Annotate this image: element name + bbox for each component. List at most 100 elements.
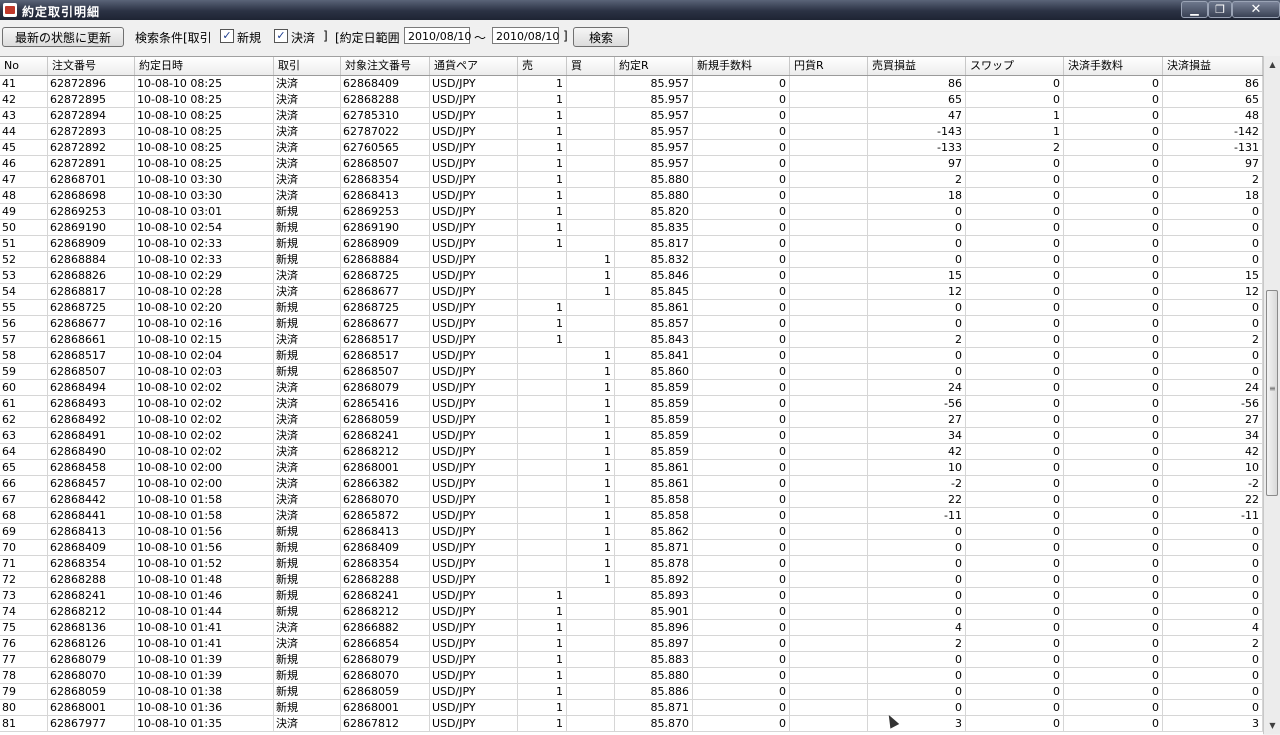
- cell-trade-pnl: 97: [868, 156, 966, 172]
- cell-target-order-number: 62868079: [341, 652, 430, 668]
- table-row[interactable]: 68 62868441 10-08-10 01:58 決済 62865872 USD/JP…: [0, 508, 1263, 524]
- table-row[interactable]: 59 62868507 10-08-10 02:03 新規 62868507 USD/JP…: [0, 364, 1263, 380]
- column-header-exec-datetime[interactable]: 約定日時: [135, 57, 274, 75]
- cell-currency-pair: USD/JPY: [430, 508, 518, 524]
- refresh-button[interactable]: 最新の状態に更新: [2, 27, 124, 47]
- table-row[interactable]: 72 62868288 10-08-10 01:48 新規 62868288 USD/JP…: [0, 572, 1263, 588]
- scroll-up-icon[interactable]: ▲: [1265, 57, 1280, 72]
- scroll-down-icon[interactable]: ▼: [1265, 718, 1280, 733]
- table-row[interactable]: 51 62868909 10-08-10 02:33 新規 62868909 USD/JP…: [0, 236, 1263, 252]
- table-row[interactable]: 61 62868493 10-08-10 02:02 決済 62865416 USD/JP…: [0, 396, 1263, 412]
- table-row[interactable]: 77 62868079 10-08-10 01:39 新規 62868079 USD/JP…: [0, 652, 1263, 668]
- cell-yen-rate: [790, 540, 868, 556]
- new-checkbox[interactable]: ✓: [220, 29, 234, 43]
- table-row[interactable]: 62 62868492 10-08-10 02:02 決済 62868059 USD/JP…: [0, 412, 1263, 428]
- table-row[interactable]: 57 62868661 10-08-10 02:15 決済 62868517 USD/JP…: [0, 332, 1263, 348]
- column-header-sell[interactable]: 売: [518, 57, 567, 75]
- table-row[interactable]: 66 62868457 10-08-10 02:00 決済 62866382 USD/JP…: [0, 476, 1263, 492]
- column-header-trade-pnl[interactable]: 売買損益: [868, 57, 966, 75]
- cell-trade-type: 新規: [274, 556, 341, 572]
- cell-trade-pnl: 0: [868, 316, 966, 332]
- table-row[interactable]: 60 62868494 10-08-10 02:02 決済 62868079 USD/JP…: [0, 380, 1263, 396]
- column-header-currency-pair[interactable]: 通貨ペア: [430, 57, 518, 75]
- date-to-input[interactable]: 2010/08/10: [492, 27, 559, 44]
- cell-settle-pnl: 65: [1163, 92, 1263, 108]
- table-row[interactable]: 49 62869253 10-08-10 03:01 新規 62869253 USD/JP…: [0, 204, 1263, 220]
- table-row[interactable]: 55 62868725 10-08-10 02:20 新規 62868725 USD/JP…: [0, 300, 1263, 316]
- cell-target-order-number: 62868070: [341, 668, 430, 684]
- table-row[interactable]: 73 62868241 10-08-10 01:46 新規 62868241 USD/JP…: [0, 588, 1263, 604]
- table-row[interactable]: 67 62868442 10-08-10 01:58 決済 62868070 USD/JP…: [0, 492, 1263, 508]
- column-header-buy[interactable]: 買: [567, 57, 615, 75]
- table-row[interactable]: 63 62868491 10-08-10 02:02 決済 62868241 USD/JP…: [0, 428, 1263, 444]
- table-row[interactable]: 48 62868698 10-08-10 03:30 決済 62868413 USD/JP…: [0, 188, 1263, 204]
- column-header-trade-type[interactable]: 取引: [274, 57, 341, 75]
- scroll-thumb[interactable]: ≡: [1266, 290, 1278, 496]
- table-row[interactable]: 71 62868354 10-08-10 01:52 新規 62868354 USD/JP…: [0, 556, 1263, 572]
- cell-target-order-number: 62760565: [341, 140, 430, 156]
- column-header-no[interactable]: No: [0, 57, 48, 75]
- column-header-new-fee[interactable]: 新規手数料: [693, 57, 790, 75]
- column-header-settle-fee[interactable]: 決済手数料: [1064, 57, 1163, 75]
- table-row[interactable]: 75 62868136 10-08-10 01:41 決済 62866882 USD/JP…: [0, 620, 1263, 636]
- trade-detail-table[interactable]: No 注文番号 約定日時 取引 対象注文番号 通貨ペア売買約定R 新規手数料 円貨R 売買損益ス…: [0, 56, 1263, 735]
- cell-currency-pair: USD/JPY: [430, 364, 518, 380]
- cell-target-order-number: 62868001: [341, 460, 430, 476]
- cell-trade-pnl: 34: [868, 428, 966, 444]
- table-row[interactable]: 46 62872891 10-08-10 08:25 決済 62868507 USD/JP…: [0, 156, 1263, 172]
- column-header-order-number[interactable]: 注文番号: [48, 57, 135, 75]
- cell-swap: 2: [966, 140, 1064, 156]
- cell-exec-rate: 85.957: [615, 124, 693, 140]
- column-header-yen-rate[interactable]: 円貨R: [790, 57, 868, 75]
- table-row[interactable]: 44 62872893 10-08-10 08:25 決済 62787022 USD/JP…: [0, 124, 1263, 140]
- table-row[interactable]: 81 62867977 10-08-10 01:35 決済 62867812 USD/JP…: [0, 716, 1263, 732]
- table-row[interactable]: 64 62868490 10-08-10 02:02 決済 62868212 USD/JP…: [0, 444, 1263, 460]
- settle-checkbox[interactable]: ✓: [274, 29, 288, 43]
- cell-yen-rate: [790, 268, 868, 284]
- table-row[interactable]: 74 62868212 10-08-10 01:44 新規 62868212 USD/JP…: [0, 604, 1263, 620]
- cell-trade-type: 決済: [274, 188, 341, 204]
- table-row[interactable]: 54 62868817 10-08-10 02:28 決済 62868677 USD/JP…: [0, 284, 1263, 300]
- table-row[interactable]: 58 62868517 10-08-10 02:04 新規 62868517 USD/JP…: [0, 348, 1263, 364]
- column-header-settle-pnl[interactable]: 決済損益: [1163, 57, 1263, 75]
- cell-trade-type: 決済: [274, 444, 341, 460]
- cell-order-number: 62868725: [48, 300, 135, 316]
- close-button[interactable]: ✕: [1232, 1, 1280, 18]
- date-from-input[interactable]: 2010/08/10: [404, 27, 471, 44]
- cell-yen-rate: [790, 556, 868, 572]
- table-row[interactable]: 70 62868409 10-08-10 01:56 新規 62868409 USD/JP…: [0, 540, 1263, 556]
- search-button[interactable]: 検索: [573, 27, 629, 47]
- column-header-target-order-number[interactable]: 対象注文番号: [341, 57, 430, 75]
- minimize-button[interactable]: ▁: [1181, 1, 1208, 18]
- cell-trade-pnl: 15: [868, 268, 966, 284]
- cell-new-fee: 0: [693, 284, 790, 300]
- table-row[interactable]: 50 62869190 10-08-10 02:54 新規 62869190 USD/JP…: [0, 220, 1263, 236]
- cell-settle-pnl: 0: [1163, 524, 1263, 540]
- maximize-button[interactable]: ❐: [1208, 1, 1232, 18]
- cell-exec-datetime: 10-08-10 02:04: [135, 348, 274, 364]
- table-row[interactable]: 53 62868826 10-08-10 02:29 決済 62868725 USD/JP…: [0, 268, 1263, 284]
- cell-settle-fee: 0: [1064, 380, 1163, 396]
- table-row[interactable]: 65 62868458 10-08-10 02:00 決済 62868001 USD/JP…: [0, 460, 1263, 476]
- cell-swap: 0: [966, 524, 1064, 540]
- table-row[interactable]: 47 62868701 10-08-10 03:30 決済 62868354 USD/JP…: [0, 172, 1263, 188]
- table-row[interactable]: 42 62872895 10-08-10 08:25 決済 62868288 USD/JP…: [0, 92, 1263, 108]
- table-row[interactable]: 56 62868677 10-08-10 02:16 新規 62868677 USD/JP…: [0, 316, 1263, 332]
- vertical-scrollbar[interactable]: ▲ ≡ ▼: [1263, 56, 1280, 734]
- cell-order-number: 62872894: [48, 108, 135, 124]
- table-row[interactable]: 41 62872896 10-08-10 08:25 決済 62868409 USD/JP…: [0, 76, 1263, 92]
- table-row[interactable]: 69 62868413 10-08-10 01:56 新規 62868413 USD/JP…: [0, 524, 1263, 540]
- table-row[interactable]: 45 62872892 10-08-10 08:25 決済 62760565 USD/JP…: [0, 140, 1263, 156]
- cell-new-fee: 0: [693, 364, 790, 380]
- table-row[interactable]: 76 62868126 10-08-10 01:41 決済 62866854 USD/JP…: [0, 636, 1263, 652]
- cell-exec-rate: 85.859: [615, 428, 693, 444]
- table-row[interactable]: 52 62868884 10-08-10 02:33 新規 62868884 USD/JP…: [0, 252, 1263, 268]
- cell-sell: [518, 476, 567, 492]
- table-row[interactable]: 78 62868070 10-08-10 01:39 新規 62868070 USD/JP…: [0, 668, 1263, 684]
- column-header-exec-rate[interactable]: 約定R: [615, 57, 693, 75]
- table-row[interactable]: 80 62868001 10-08-10 01:36 新規 62868001 USD/JP…: [0, 700, 1263, 716]
- table-row[interactable]: 43 62872894 10-08-10 08:25 決済 62785310 USD/JP…: [0, 108, 1263, 124]
- cell-new-fee: 0: [693, 124, 790, 140]
- column-header-swap[interactable]: スワップ: [966, 57, 1064, 75]
- table-row[interactable]: 79 62868059 10-08-10 01:38 新規 62868059 USD/JP…: [0, 684, 1263, 700]
